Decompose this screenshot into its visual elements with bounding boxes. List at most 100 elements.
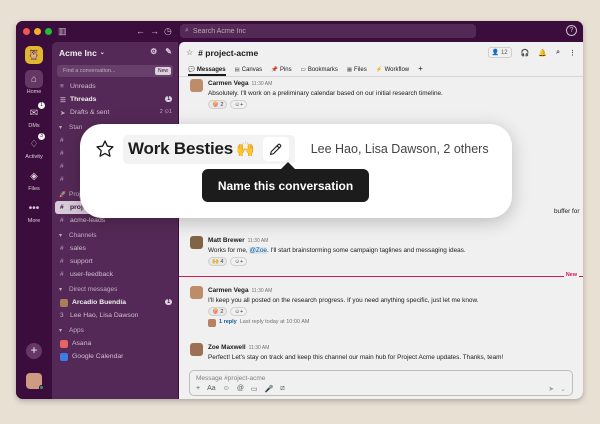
tab-label: Messages bbox=[196, 67, 226, 73]
star-icon[interactable]: ☆ bbox=[186, 48, 193, 57]
message-author[interactable]: Matt Brewer bbox=[208, 237, 245, 244]
plus-icon[interactable]: + bbox=[196, 385, 200, 393]
tab-canvas[interactable]: ▤ Canvas bbox=[235, 67, 263, 76]
message-text: Perfect! Let's stay on track and keep th… bbox=[208, 354, 504, 361]
sidebar-item-label: support bbox=[70, 258, 93, 265]
section-channels[interactable]: ▾ Channels bbox=[52, 229, 178, 242]
add-tab-button[interactable]: + bbox=[418, 64, 423, 76]
video-icon[interactable]: ▭ bbox=[251, 385, 258, 393]
find-conversation-input[interactable]: Find a conversation... New bbox=[57, 65, 173, 77]
minimize-window-button[interactable] bbox=[34, 28, 41, 35]
thread-summary[interactable]: 1 reply Last reply today at 10:00 AM bbox=[208, 318, 479, 327]
add-reaction-icon[interactable]: ☺+ bbox=[230, 100, 248, 109]
channel-title[interactable]: # project-acme bbox=[198, 48, 258, 58]
sidebar-item-user-feedback[interactable]: # user-feedback bbox=[52, 268, 178, 281]
bookmark-icon: ▭ bbox=[300, 67, 306, 73]
microphone-icon[interactable]: 🎤 bbox=[265, 385, 274, 393]
window-controls bbox=[23, 28, 52, 35]
back-arrow-icon[interactable]: ← bbox=[136, 26, 145, 36]
avatar[interactable] bbox=[190, 79, 203, 92]
rail-item-activity[interactable]: ♢ 3 Activity bbox=[16, 133, 52, 160]
message-composer[interactable]: Message #project-acme + Aa ☺ @ ▭ 🎤 ⧄ ➤ ⌄ bbox=[189, 370, 573, 396]
sidebar-item-threads[interactable]: ☰ Threads 1 bbox=[52, 93, 178, 106]
thread-reply-link[interactable]: 1 reply bbox=[219, 318, 237, 327]
add-reaction-icon[interactable]: ☺+ bbox=[230, 307, 248, 316]
message-time[interactable]: 11:30 AM bbox=[252, 81, 273, 87]
conversation-name-field[interactable]: Work Besties 🙌 bbox=[123, 134, 295, 164]
gear-icon[interactable]: ⚙ bbox=[150, 47, 157, 56]
chevron-down-icon[interactable]: ⌄ bbox=[560, 385, 566, 393]
avatar[interactable] bbox=[190, 343, 203, 356]
search-input[interactable]: ⌕ Search Acme Inc bbox=[180, 24, 476, 38]
forward-arrow-icon[interactable]: → bbox=[150, 26, 159, 36]
sidebar-item-asana[interactable]: Asana bbox=[52, 337, 178, 350]
participants-text[interactable]: Lee Hao, Lisa Dawson, 2 others bbox=[311, 142, 489, 156]
workspace-logo-icon[interactable]: 🦉 bbox=[25, 46, 43, 64]
sidebar-item-drafts[interactable]: ➤ Drafts & sent 2 ⊙1 bbox=[52, 106, 178, 119]
edit-name-button[interactable] bbox=[262, 137, 289, 161]
section-direct-messages[interactable]: ▾ Direct messages bbox=[52, 283, 178, 296]
sidebar-item-unreads[interactable]: ≡ Unreads bbox=[52, 80, 178, 93]
section-apps[interactable]: ▾ Apps bbox=[52, 324, 178, 337]
avatar bbox=[60, 298, 68, 307]
members-button[interactable]: 👤 12 bbox=[487, 47, 512, 58]
tab-messages[interactable]: 💬 Messages bbox=[188, 67, 226, 76]
rail-item-files[interactable]: ◈ Files bbox=[16, 167, 52, 193]
maximize-window-button[interactable] bbox=[45, 28, 52, 35]
user-mention[interactable]: @Zoe bbox=[249, 247, 267, 254]
message-author[interactable]: Zoe Maxwell bbox=[208, 344, 246, 351]
channel-header: ☆ # project-acme 👤 12 🎧 🔔 ⌕ ⋮ bbox=[179, 42, 583, 63]
add-workspace-button[interactable]: + bbox=[26, 343, 42, 359]
workspace-header[interactable]: Acme Inc ⌄ ⚙ ✎ bbox=[52, 42, 178, 63]
message-author[interactable]: Carmen Vega bbox=[208, 80, 249, 87]
message-text: I'll keep you all posted on the research… bbox=[208, 297, 479, 304]
headphones-icon[interactable]: 🎧 bbox=[521, 49, 530, 57]
reaction[interactable]: 🙌 4 bbox=[208, 257, 228, 266]
star-icon[interactable] bbox=[93, 137, 117, 161]
message-time[interactable]: 11:30 AM bbox=[249, 345, 270, 351]
avatar[interactable] bbox=[190, 236, 203, 249]
tab-label: Bookmarks bbox=[307, 67, 338, 73]
message-icon: 💬 bbox=[188, 67, 195, 73]
rocket-icon: 🚀 bbox=[59, 192, 67, 198]
hash-icon: # bbox=[60, 176, 64, 183]
shortcut-icon[interactable]: ⧄ bbox=[280, 385, 284, 393]
sidebar-item-sales[interactable]: # sales bbox=[52, 242, 178, 255]
rail-item-more[interactable]: ••• More bbox=[16, 199, 52, 225]
reaction[interactable]: 🍿 2 bbox=[208, 307, 228, 316]
sidebar-toggle-icon[interactable]: ▥ bbox=[58, 26, 67, 37]
mention-icon[interactable]: @ bbox=[237, 385, 244, 393]
reaction[interactable]: 🍿 2 bbox=[208, 100, 228, 109]
close-window-button[interactable] bbox=[23, 28, 30, 35]
message-author[interactable]: Carmen Vega bbox=[208, 287, 249, 294]
search-icon[interactable]: ⌕ bbox=[556, 49, 560, 57]
compose-icon[interactable]: ✎ bbox=[165, 47, 172, 56]
message-time[interactable]: 11:30 AM bbox=[248, 238, 269, 244]
add-reaction-icon[interactable]: ☺+ bbox=[230, 257, 248, 266]
sidebar-item-google-calendar[interactable]: Google Calendar bbox=[52, 350, 178, 363]
bell-icon[interactable]: 🔔 bbox=[538, 49, 547, 57]
sidebar-item-dm-group[interactable]: 3 Lee Hao, Lisa Dawson bbox=[52, 309, 178, 322]
tab-files[interactable]: ▦ Files bbox=[347, 67, 367, 76]
sidebar-item-dm-arcadio[interactable]: Arcadio Buendía 1 bbox=[52, 296, 178, 309]
send-icon[interactable]: ➤ bbox=[548, 385, 554, 393]
history-icon[interactable]: ◷ bbox=[164, 26, 172, 37]
sidebar-item-label: Drafts & sent bbox=[70, 109, 110, 116]
emoji-icon[interactable]: ☺ bbox=[223, 385, 230, 393]
tab-workflow[interactable]: ⚡ Workflow bbox=[376, 67, 409, 76]
sidebar-item-support[interactable]: # support bbox=[52, 255, 178, 268]
help-icon[interactable]: ? bbox=[566, 25, 577, 36]
formatting-icon[interactable]: Aa bbox=[207, 385, 216, 393]
tab-bookmarks[interactable]: ▭ Bookmarks bbox=[301, 67, 338, 76]
sidebar-item-label: Unreads bbox=[70, 83, 96, 90]
hash-icon: # bbox=[60, 150, 64, 157]
tab-pins[interactable]: 📌 Pins bbox=[271, 67, 292, 76]
message-text-part: . I'll start brainstorming some campaign… bbox=[266, 247, 466, 254]
more-vertical-icon[interactable]: ⋮ bbox=[569, 49, 576, 57]
message-time[interactable]: 11:30 AM bbox=[252, 288, 273, 294]
rail-item-home[interactable]: ⌂ Home bbox=[16, 70, 52, 95]
rail-item-dms[interactable]: ✉ 1 DMs bbox=[16, 102, 52, 129]
tab-label: Workflow bbox=[384, 67, 410, 73]
unreads-icon: ≡ bbox=[60, 83, 64, 90]
avatar[interactable] bbox=[190, 286, 203, 299]
